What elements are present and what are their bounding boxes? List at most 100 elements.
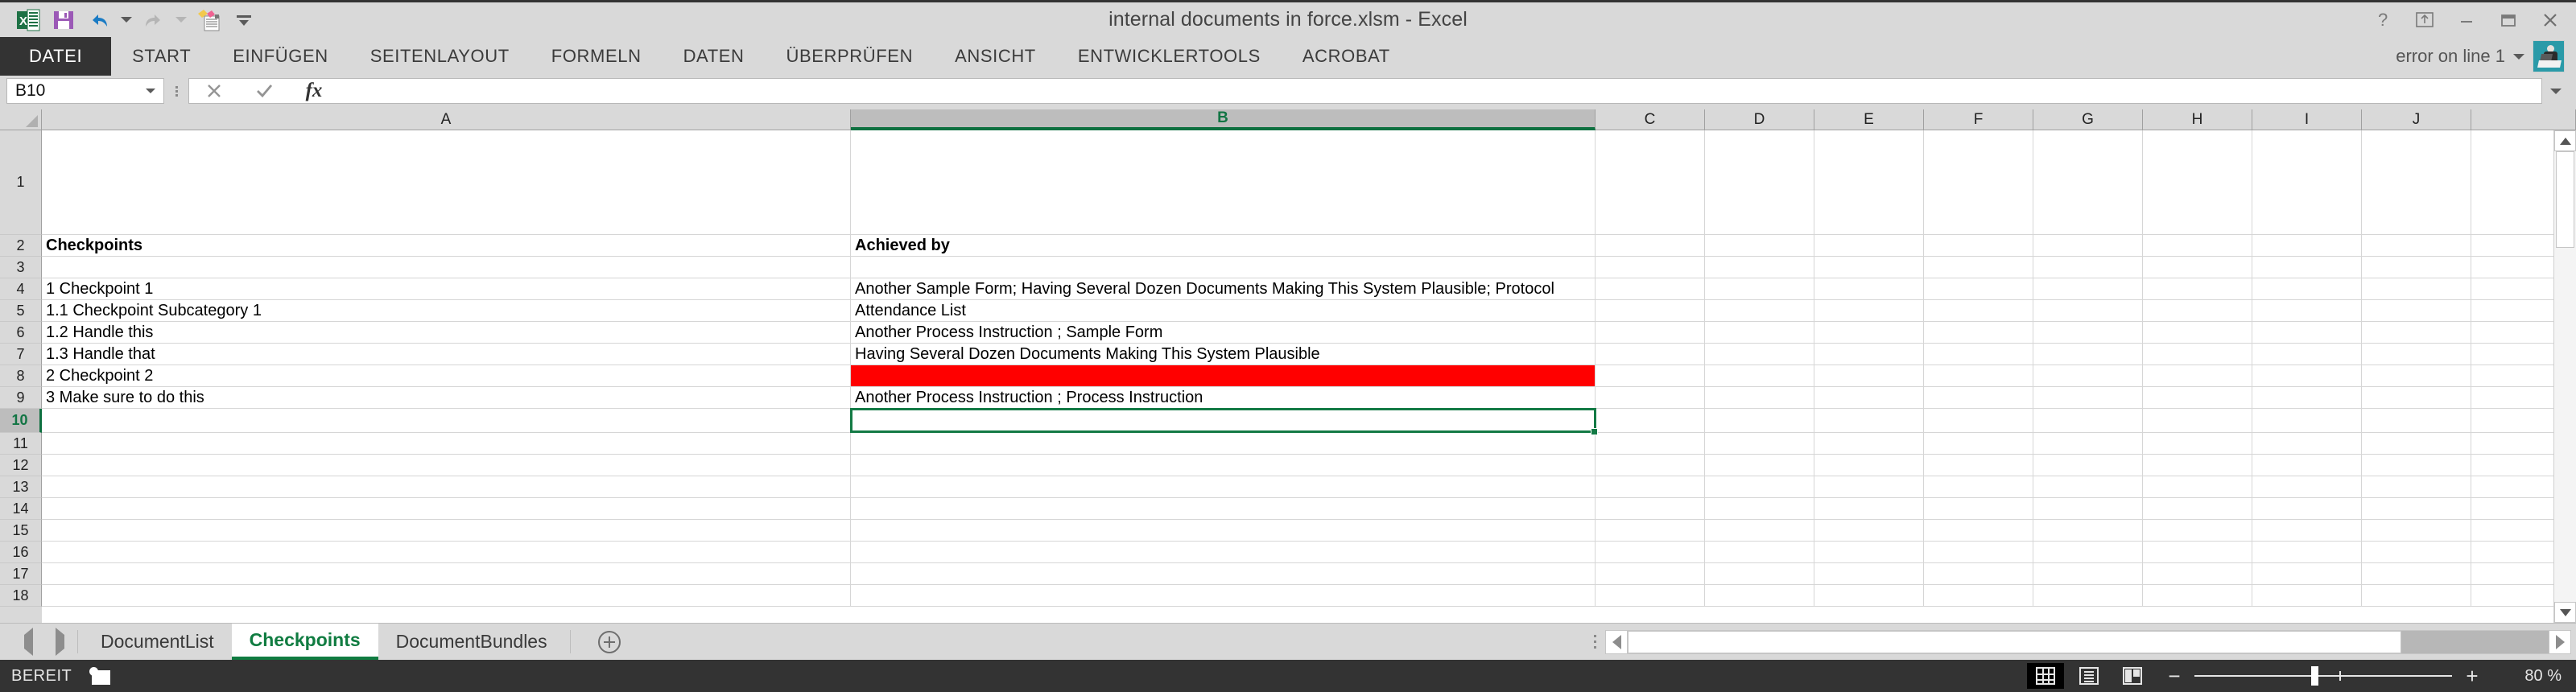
cell-I11[interactable] xyxy=(2252,433,2362,454)
add-sheet-button[interactable] xyxy=(576,624,643,660)
cell-B11[interactable] xyxy=(851,433,1596,454)
cell-A10[interactable] xyxy=(42,409,851,432)
ribbon-display-options-icon[interactable] xyxy=(2404,2,2446,38)
cell-E9[interactable] xyxy=(1814,387,1924,408)
cell-D3[interactable] xyxy=(1705,257,1814,278)
column-header-J[interactable]: J xyxy=(2362,109,2471,130)
cell-I18[interactable] xyxy=(2252,585,2362,606)
scroll-right-icon[interactable] xyxy=(2549,629,2571,654)
cell-E16[interactable] xyxy=(1814,542,1924,562)
cell-H10[interactable] xyxy=(2143,409,2252,432)
column-header-F[interactable]: F xyxy=(1924,109,2033,130)
row-header-8[interactable]: 8 xyxy=(0,365,42,387)
zoom-slider-thumb[interactable] xyxy=(2311,666,2318,686)
cell-I9[interactable] xyxy=(2252,387,2362,408)
cell-H7[interactable] xyxy=(2143,344,2252,365)
cell-H18[interactable] xyxy=(2143,585,2252,606)
cell-I17[interactable] xyxy=(2252,563,2362,584)
cell-E17[interactable] xyxy=(1814,563,1924,584)
fill-handle[interactable] xyxy=(1591,428,1598,435)
cell-J15[interactable] xyxy=(2362,520,2471,541)
cell-G6[interactable] xyxy=(2033,322,2143,343)
cell-H9[interactable] xyxy=(2143,387,2252,408)
cell-F17[interactable] xyxy=(1924,563,2033,584)
row-header-6[interactable]: 6 xyxy=(0,322,42,344)
cell-C7[interactable] xyxy=(1596,344,1705,365)
restore-icon[interactable] xyxy=(2487,2,2529,38)
cell-G13[interactable] xyxy=(2033,476,2143,497)
page-layout-view-button[interactable] xyxy=(2070,663,2107,689)
redo-icon[interactable] xyxy=(137,4,171,36)
confirm-entry-icon[interactable] xyxy=(239,79,289,103)
cell-I13[interactable] xyxy=(2252,476,2362,497)
record-macro-icon[interactable] xyxy=(89,667,111,685)
row-header-3[interactable]: 3 xyxy=(0,257,42,278)
cell-E1[interactable] xyxy=(1814,130,1924,234)
cell-G7[interactable] xyxy=(2033,344,2143,365)
cell-D1[interactable] xyxy=(1705,130,1814,234)
cell-E13[interactable] xyxy=(1814,476,1924,497)
cell-J13[interactable] xyxy=(2362,476,2471,497)
cell-G18[interactable] xyxy=(2033,585,2143,606)
cell-I14[interactable] xyxy=(2252,498,2362,519)
cell-A8[interactable]: 2 Checkpoint 2 xyxy=(42,365,851,386)
cell-J5[interactable] xyxy=(2362,300,2471,321)
cell-I8[interactable] xyxy=(2252,365,2362,386)
account-dropdown-icon[interactable] xyxy=(2513,53,2524,60)
cell-F4[interactable] xyxy=(1924,278,2033,299)
cell-B15[interactable] xyxy=(851,520,1596,541)
cell-A17[interactable] xyxy=(42,563,851,584)
cell-A2[interactable]: Checkpoints xyxy=(42,235,851,256)
ribbon-tab-acrobat[interactable]: ACROBAT xyxy=(1282,37,1411,76)
cell-B4[interactable]: Another Sample Form; Having Several Doze… xyxy=(851,278,1596,299)
cell-C11[interactable] xyxy=(1596,433,1705,454)
cell-I5[interactable] xyxy=(2252,300,2362,321)
cell-I4[interactable] xyxy=(2252,278,2362,299)
cell-D4[interactable] xyxy=(1705,278,1814,299)
cell-C5[interactable] xyxy=(1596,300,1705,321)
ribbon-tab-start[interactable]: START xyxy=(111,37,212,76)
cell-C9[interactable] xyxy=(1596,387,1705,408)
zoom-in-button[interactable]: + xyxy=(2463,665,2481,686)
cell-B6[interactable]: Another Process Instruction ; Sample For… xyxy=(851,322,1596,343)
cell-I16[interactable] xyxy=(2252,542,2362,562)
cell-A6[interactable]: 1.2 Handle this xyxy=(42,322,851,343)
cell-D8[interactable] xyxy=(1705,365,1814,386)
cell-J1[interactable] xyxy=(2362,130,2471,234)
excel-logo-icon[interactable]: X xyxy=(11,4,45,36)
cell-D12[interactable] xyxy=(1705,455,1814,476)
row-header-15[interactable]: 15 xyxy=(0,520,42,542)
cell-J12[interactable] xyxy=(2362,455,2471,476)
cell-F2[interactable] xyxy=(1924,235,2033,256)
row-header-2[interactable]: 2 xyxy=(0,235,42,257)
cell-G11[interactable] xyxy=(2033,433,2143,454)
cell-F1[interactable] xyxy=(1924,130,2033,234)
cell-E12[interactable] xyxy=(1814,455,1924,476)
column-header-C[interactable]: C xyxy=(1596,109,1705,130)
cell-A1[interactable] xyxy=(42,130,851,234)
cell-J7[interactable] xyxy=(2362,344,2471,365)
cell-F8[interactable] xyxy=(1924,365,2033,386)
cell-I10[interactable] xyxy=(2252,409,2362,432)
cell-J16[interactable] xyxy=(2362,542,2471,562)
cell-E11[interactable] xyxy=(1814,433,1924,454)
ribbon-tab-überprüfen[interactable]: ÜBERPRÜFEN xyxy=(766,37,935,76)
vertical-scroll-thumb[interactable] xyxy=(2556,151,2574,248)
cell-B18[interactable] xyxy=(851,585,1596,606)
cell-A15[interactable] xyxy=(42,520,851,541)
column-header-A[interactable]: A xyxy=(42,109,851,130)
cell-C15[interactable] xyxy=(1596,520,1705,541)
cell-D17[interactable] xyxy=(1705,563,1814,584)
cell-G3[interactable] xyxy=(2033,257,2143,278)
cell-H14[interactable] xyxy=(2143,498,2252,519)
expand-formula-bar-icon[interactable] xyxy=(2542,78,2570,104)
cell-H1[interactable] xyxy=(2143,130,2252,234)
cell-J18[interactable] xyxy=(2362,585,2471,606)
cell-E7[interactable] xyxy=(1814,344,1924,365)
cell-C14[interactable] xyxy=(1596,498,1705,519)
scroll-down-icon[interactable] xyxy=(2554,602,2576,623)
cell-F12[interactable] xyxy=(1924,455,2033,476)
select-all-button[interactable] xyxy=(0,109,42,130)
cell-J9[interactable] xyxy=(2362,387,2471,408)
cell-E14[interactable] xyxy=(1814,498,1924,519)
